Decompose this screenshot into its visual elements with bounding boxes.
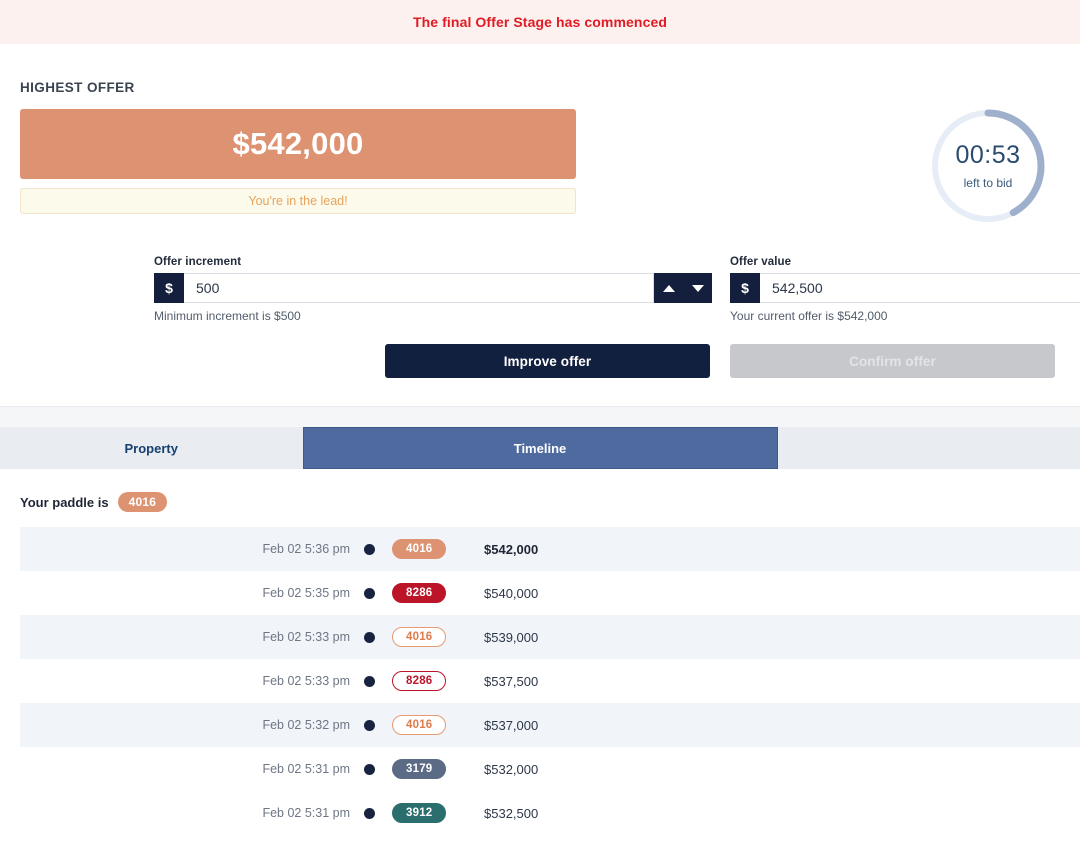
timeline-rows: Feb 02 5:36 pm 4016 $542,000 Feb 02 5:35 pm…	[0, 527, 1080, 835]
offer-value-input[interactable]	[760, 273, 1080, 303]
timeline-row-paddle-badge: 8286	[392, 671, 447, 691]
countdown-timer: 00:53 left to bid	[928, 106, 1048, 226]
your-paddle-label: Your paddle is	[20, 494, 109, 510]
dollar-icon: $	[730, 273, 760, 303]
timeline-dot-icon	[364, 543, 375, 555]
timeline-row-amount: $532,000	[484, 761, 539, 777]
tab-spacer	[778, 427, 1080, 469]
your-paddle: Your paddle is 4016	[0, 469, 1080, 512]
timeline-row-time: Feb 02 5:36 pm	[262, 542, 350, 556]
timeline-row-paddle-badge: 8286	[392, 583, 447, 603]
timeline-row: Feb 02 5:35 pm 8286 $540,000	[20, 571, 1080, 615]
timer-content: 00:53 left to bid	[928, 106, 1048, 226]
offer-value-hint: Your current offer is $542,000	[730, 309, 888, 323]
timeline-dot-icon	[364, 763, 375, 775]
timeline-row: Feb 02 5:32 pm 4016 $537,000	[20, 703, 1080, 747]
timeline-row-time: Feb 02 5:31 pm	[262, 806, 350, 820]
highest-offer-section: HIGHEST OFFER $542,000 You're in the lea…	[0, 80, 1080, 406]
bid-actions: Improve offer Confirm offer	[20, 344, 1060, 378]
timeline-row: Feb 02 5:31 pm 3179 $532,000	[20, 747, 1080, 791]
timeline-row-amount: $539,000	[484, 629, 539, 645]
highest-offer-amount: $542,000	[232, 126, 364, 161]
offer-increment-hint: Minimum increment is $500	[154, 309, 301, 323]
highest-offer-box: $542,000	[20, 109, 576, 179]
timer-value: 00:53	[955, 140, 1021, 169]
timeline-row-amount: $532,500	[484, 805, 539, 821]
offer-value-field-group: Offer value $ Your current offer is $542…	[730, 256, 1080, 323]
timeline-row-time: Feb 02 5:35 pm	[262, 586, 350, 600]
offer-increment-field-group: Offer increment $ Minimum increment is $…	[154, 256, 712, 323]
timeline-row-time: Feb 02 5:33 pm	[262, 674, 350, 688]
timeline-dot-icon	[364, 587, 375, 599]
offer-value-label: Offer value	[730, 256, 792, 268]
offer-increment-input[interactable]	[184, 273, 654, 303]
highest-offer-label: HIGHEST OFFER	[20, 80, 135, 95]
timeline-row-time: Feb 02 5:31 pm	[262, 762, 350, 776]
timer-caption: left to bid	[963, 175, 1013, 190]
offer-timeline: Feb 02 5:36 pm 4016 $542,000 Feb 02 5:35 pm…	[0, 527, 1080, 835]
timeline-row-amount: $537,500	[484, 673, 539, 689]
timeline-dot-icon	[364, 807, 375, 819]
timeline-row-paddle-badge: 4016	[392, 715, 447, 735]
banner-message: The final Offer Stage has commenced	[412, 14, 667, 30]
timeline-row-amount: $537,000	[484, 717, 539, 733]
tab-property-label: Property	[124, 440, 178, 456]
section-separator	[0, 406, 1080, 427]
dollar-icon: $	[154, 273, 184, 303]
timeline-dot-icon	[364, 631, 375, 643]
final-stage-banner: The final Offer Stage has commenced	[0, 0, 1080, 44]
timeline-row-time: Feb 02 5:32 pm	[262, 718, 350, 732]
caret-down-icon[interactable]	[691, 284, 704, 292]
tab-property[interactable]: Property	[0, 427, 303, 469]
your-paddle-badge: 4016	[117, 492, 168, 512]
improve-offer-button[interactable]: Improve offer	[385, 344, 710, 378]
caret-up-icon[interactable]	[662, 284, 675, 292]
offer-value-input-wrap: $	[730, 273, 1080, 303]
timeline-row-amount: $542,000	[484, 541, 539, 557]
lead-status-alert: You're in the lead!	[20, 188, 576, 214]
lead-status-text: You're in the lead!	[248, 194, 348, 208]
timeline-row-paddle-badge: 3179	[392, 759, 447, 779]
confirm-offer-button[interactable]: Confirm offer	[730, 344, 1055, 378]
tab-bar: Property Timeline	[0, 427, 1080, 469]
timeline-row: Feb 02 5:36 pm 4016 $542,000	[20, 527, 1080, 571]
offer-increment-input-wrap: $	[154, 273, 712, 303]
timeline-row-paddle-badge: 4016	[392, 539, 447, 559]
timeline-row: Feb 02 5:33 pm 8286 $537,500	[20, 659, 1080, 703]
tab-timeline-label: Timeline	[513, 440, 567, 456]
timeline-row-paddle-badge: 3912	[392, 803, 447, 823]
timeline-dot-icon	[364, 719, 375, 731]
timeline-row-paddle-badge: 4016	[392, 627, 447, 647]
offer-increment-label: Offer increment	[154, 256, 242, 268]
offer-increment-stepper[interactable]	[654, 273, 712, 303]
tab-timeline[interactable]: Timeline	[302, 427, 778, 469]
timeline-dot-icon	[364, 675, 375, 687]
timeline-row: Feb 02 5:33 pm 4016 $539,000	[20, 615, 1080, 659]
timeline-row-time: Feb 02 5:33 pm	[262, 630, 350, 644]
bid-form: Offer increment $ Minimum increment is $…	[20, 256, 1080, 406]
timeline-row-amount: $540,000	[484, 585, 539, 601]
timeline-row: Feb 02 5:31 pm 3912 $532,500	[20, 791, 1080, 835]
